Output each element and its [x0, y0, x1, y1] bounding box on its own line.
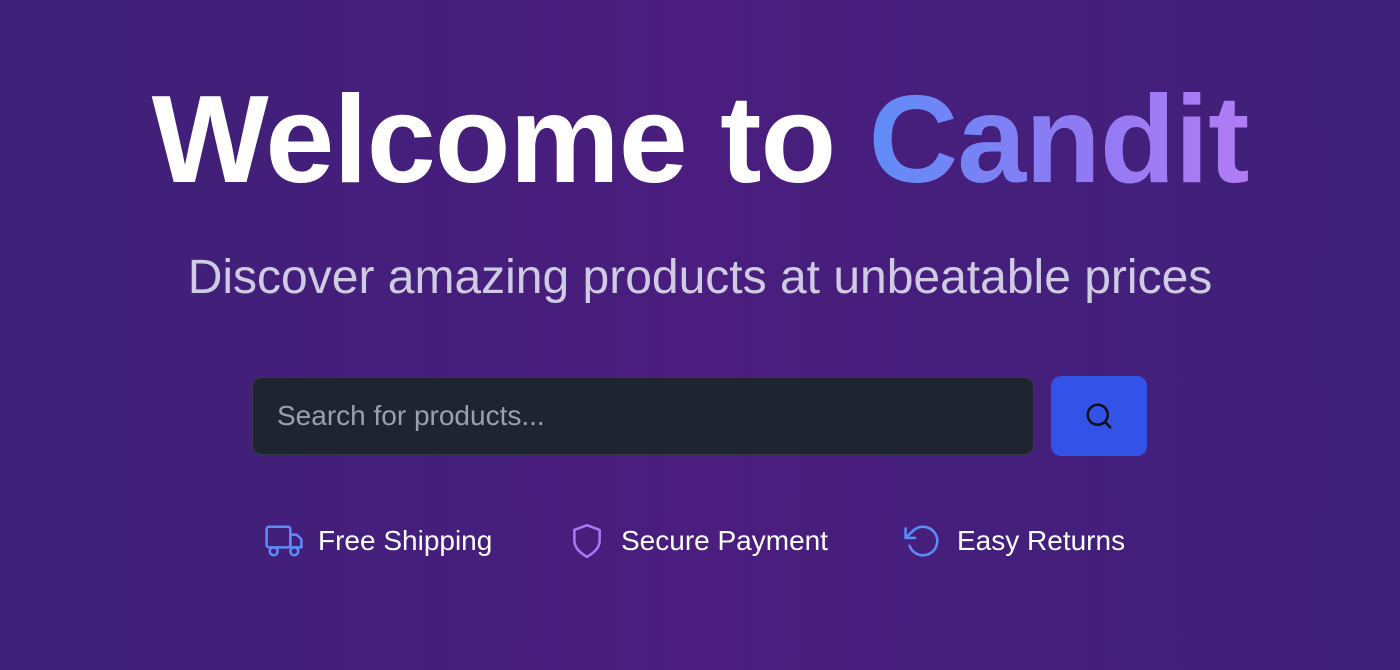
feature-easy-returns: Easy Returns: [903, 520, 1125, 562]
search-input[interactable]: [252, 377, 1034, 455]
hero-section: Welcome to Candit Discover amazing produ…: [0, 0, 1400, 670]
shield-icon: [567, 521, 607, 561]
hero-subtitle: Discover amazing products at unbeatable …: [187, 251, 1213, 304]
feature-label: Easy Returns: [957, 525, 1126, 556]
feature-secure-payment: Secure Payment: [567, 520, 828, 562]
truck-icon: [264, 521, 304, 561]
search-icon: [1086, 403, 1112, 429]
rotate-ccw-icon: [903, 521, 943, 561]
hero-title: Welcome to Candit: [0, 78, 1400, 202]
hero-title-prefix: Welcome to: [151, 71, 869, 209]
feature-free-shipping: Free Shipping: [264, 520, 492, 562]
feature-list: Free Shipping Secure Payment Easy Return…: [0, 520, 1400, 562]
search-button[interactable]: [1051, 376, 1147, 456]
feature-label: Secure Payment: [621, 525, 828, 556]
feature-label: Free Shipping: [318, 525, 493, 556]
brand-name: Candit: [868, 71, 1250, 209]
